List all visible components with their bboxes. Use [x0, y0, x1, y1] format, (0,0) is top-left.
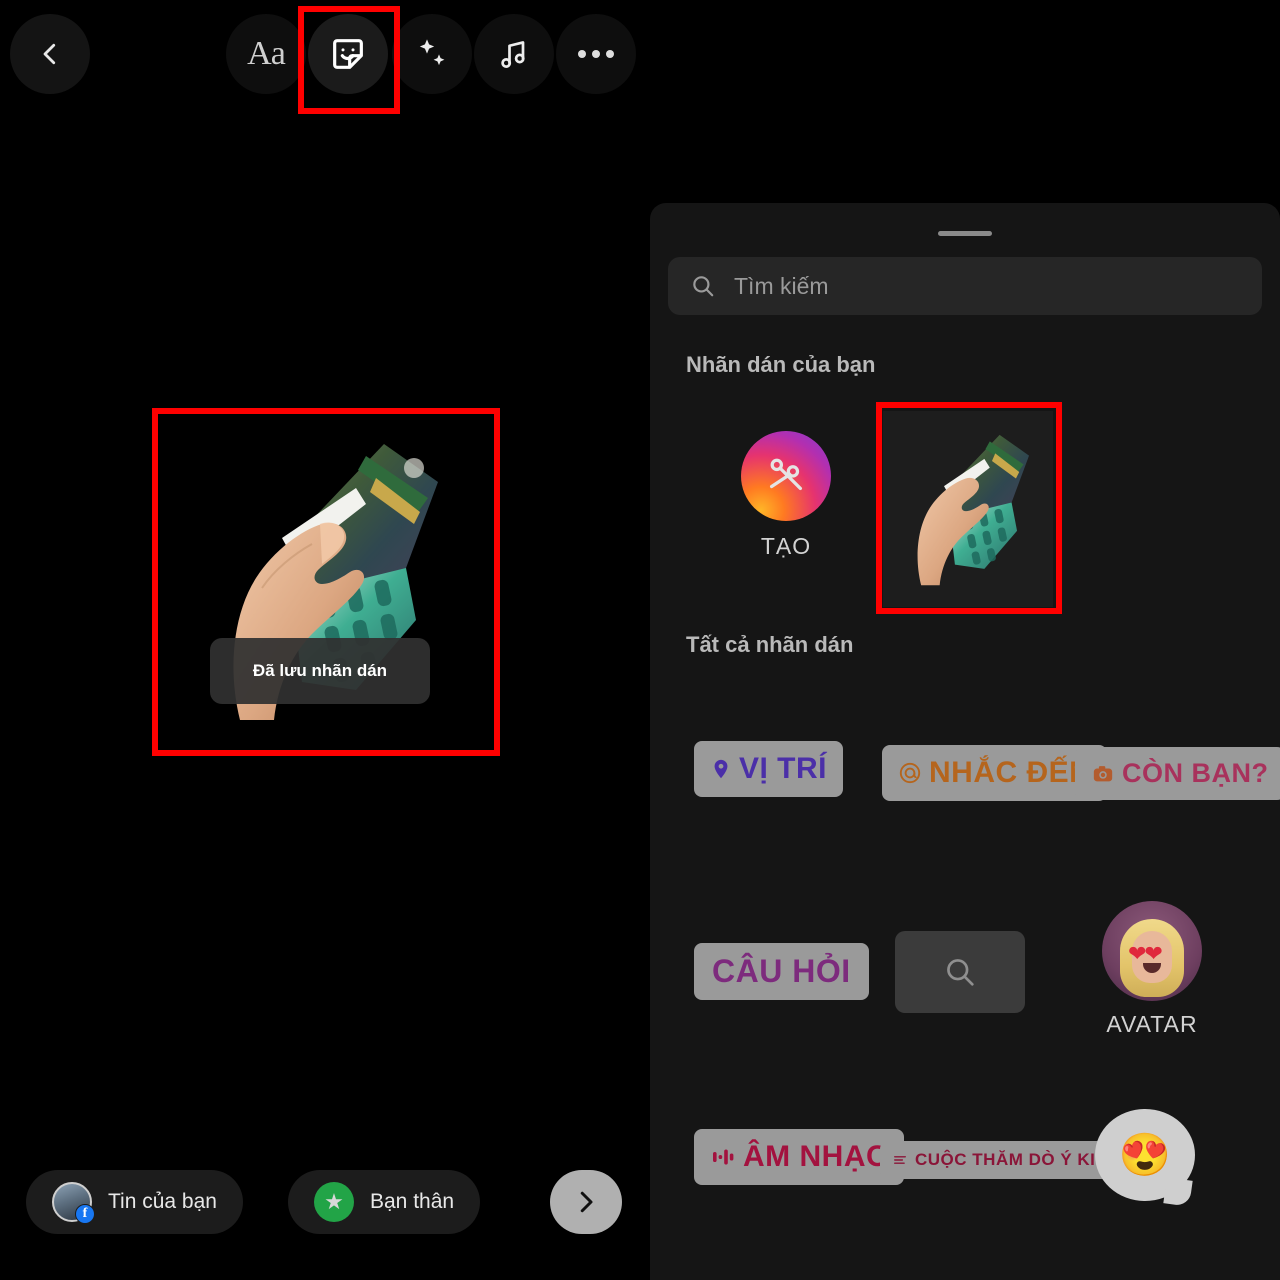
sticker-row: ÂM NHẠC CUỘC THĂM DÒ Ý KIẾN 😍 [650, 1087, 1280, 1279]
more-options-button[interactable] [556, 14, 636, 94]
your-story-button[interactable]: f Tin của bạn [26, 1170, 243, 1234]
sticker-add-yours[interactable]: CÒN BẠN? [1075, 747, 1280, 800]
sticker-mention[interactable]: NHẮC ĐẾN [882, 745, 1108, 801]
sticker-questions-label: CÂU HỎI [712, 953, 851, 989]
sticker-add-yours-label: CÒN BẠN? [1122, 758, 1269, 788]
next-button[interactable] [550, 1170, 622, 1234]
create-sticker-button[interactable]: TẠO [721, 431, 851, 560]
search-placeholder: Tìm kiếm [734, 272, 829, 299]
sticker-row: CÂU HỎI ❤❤ AVATAR [650, 895, 1280, 1087]
ellipsis-icon [578, 50, 614, 58]
sparkles-icon [419, 39, 445, 66]
saved-sticker-thumbnail[interactable] [883, 411, 1053, 607]
music-button[interactable] [474, 14, 554, 94]
sticker-poll-label: CUỘC THĂM DÒ Ý KIẾN [915, 1150, 1120, 1169]
top-toolbar: Aa [0, 0, 650, 108]
poll-bars-icon [894, 1156, 906, 1164]
sticker-smiley-icon [333, 39, 363, 69]
star-icon: ★ [314, 1182, 354, 1222]
avatar: f [52, 1182, 95, 1224]
text-tool-label: Aa [247, 35, 286, 72]
audio-waveform-icon [713, 1149, 734, 1165]
effects-button[interactable] [392, 14, 472, 94]
sticker-mention-label: NHẮC ĐẾN [929, 756, 1092, 789]
scissors-icon [769, 458, 803, 491]
close-friends-label: Bạn thân [370, 1190, 455, 1213]
create-sticker-circle [741, 431, 831, 521]
sticker-music-label: ÂM NHẠC [743, 1140, 889, 1173]
create-sticker-label: TẠO [760, 533, 812, 559]
sticker-grid: VỊ TRÍ NHẮC ĐẾN CÒN BẠN? CÂU HỎI ❤❤ AVAT… [650, 703, 1280, 1279]
your-stickers-title: Nhãn dán của bạn [686, 352, 876, 377]
all-stickers-title: Tất cả nhãn dán [686, 632, 854, 657]
sticker-avatar-label: AVATAR [1106, 1011, 1198, 1037]
camera-icon [1093, 765, 1113, 781]
drag-handle[interactable] [938, 231, 992, 236]
sticker-gif-search[interactable] [895, 931, 1025, 1013]
story-editor-screen: Aa Đã lưu nhãn dán Tìm kiếm Nhãn dán của… [0, 0, 1280, 1280]
sticker-avatar[interactable]: ❤❤ AVATAR [1082, 901, 1222, 1038]
sticker-emoji-label: 😍 [1118, 1130, 1172, 1178]
toast-sticker-saved: Đã lưu nhãn dán [210, 638, 430, 704]
your-story-label: Tin của bạn [108, 1190, 217, 1213]
hand-holding-banknotes-sticker-thumb [917, 434, 1030, 586]
sticker-tray-panel: Tìm kiếm Nhãn dán của bạn TẠO Tất cả nhã… [650, 203, 1280, 1280]
at-threads-icon [899, 762, 921, 784]
facebook-badge-icon: f [75, 1204, 95, 1224]
emoji-reaction-bubble-icon: 😍 [1095, 1109, 1195, 1201]
chevron-right-icon [580, 1191, 593, 1213]
sticker-location[interactable]: VỊ TRÍ [694, 741, 844, 797]
sticker-tool-button[interactable] [308, 14, 388, 94]
location-pin-icon [714, 759, 728, 779]
toast-text: Đã lưu nhãn dán [252, 661, 388, 680]
sticker-questions[interactable]: CÂU HỎI [694, 943, 869, 1000]
sticker-row: VỊ TRÍ NHẮC ĐẾN CÒN BẠN? [650, 703, 1280, 895]
text-tool-button[interactable]: Aa [226, 14, 306, 94]
close-friends-button[interactable]: ★ Bạn thân [288, 1170, 481, 1234]
avatar-heart-eyes-icon: ❤❤ [1102, 901, 1202, 1001]
music-note-icon [501, 41, 525, 68]
chevron-left-icon [43, 43, 56, 65]
back-button[interactable] [10, 14, 90, 94]
search-icon [947, 959, 974, 986]
search-icon [693, 276, 714, 297]
sticker-music[interactable]: ÂM NHẠC [694, 1129, 905, 1185]
sticker-location-label: VỊ TRÍ [739, 752, 828, 785]
sticker-emoji-reaction[interactable]: 😍 [1095, 1109, 1195, 1201]
bottom-bar: f Tin của bạn ★ Bạn thân [0, 1170, 650, 1234]
sticker-search-input[interactable]: Tìm kiếm [668, 257, 1262, 315]
